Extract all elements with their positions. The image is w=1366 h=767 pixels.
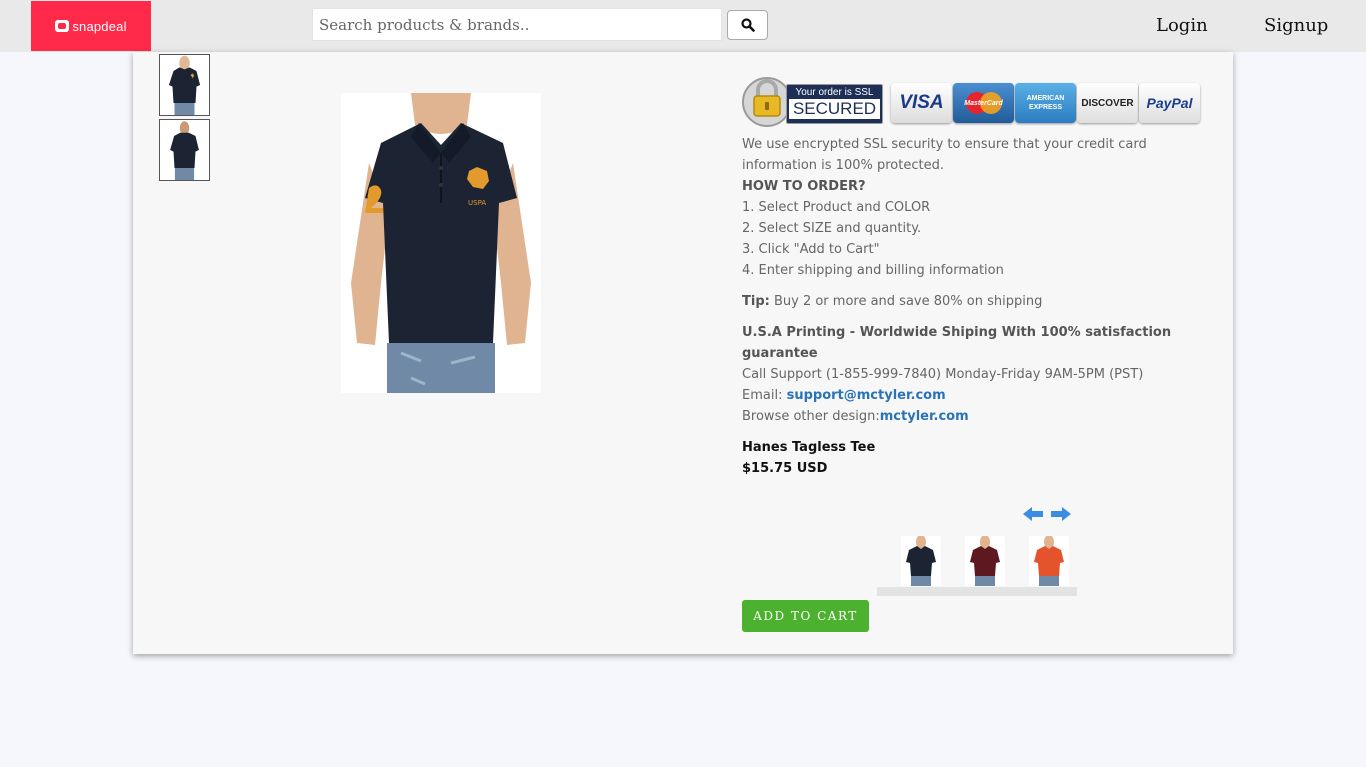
add-to-cart-button[interactable]: ADD TO CART: [742, 600, 869, 632]
arrow-left-icon: [1023, 507, 1043, 521]
email-label: Email:: [742, 388, 783, 403]
mastercard-label: MasterCard: [964, 99, 1003, 107]
shirt-back-thumbnail-image: [164, 120, 205, 180]
snapdeal-logo[interactable]: snapdeal: [31, 1, 151, 51]
paypal-logo: PayPal: [1139, 83, 1200, 123]
ssl-badge-line1: Your order is SSL: [795, 87, 874, 98]
search-icon: [740, 18, 755, 32]
amex-logo: AMERICAN EXPRESS: [1015, 83, 1076, 123]
tip-text: Buy 2 or more and save 80% on shipping: [773, 294, 1043, 309]
search-button[interactable]: [727, 10, 768, 40]
tip-label: Tip:: [742, 294, 770, 309]
shirt-front-thumbnail-image: [164, 55, 205, 115]
search-input[interactable]: [312, 8, 722, 41]
product-thumbnail-back[interactable]: [159, 119, 210, 181]
svg-text:USPA: USPA: [468, 199, 486, 207]
email-line: Email: support@mctyler.com: [742, 385, 1202, 406]
guarantee-text: U.S.A Printing - Worldwide Shiping With …: [742, 325, 1172, 361]
browse-link[interactable]: mctyler.com: [880, 409, 969, 424]
how-to-order-title: HOW TO ORDER?: [742, 179, 866, 194]
order-step: 4. Enter shipping and billing informatio…: [742, 263, 1004, 278]
main-product-image: USPA: [341, 93, 541, 393]
discover-logo: DISCOVER: [1077, 83, 1138, 123]
product-thumbnail-front[interactable]: [159, 54, 210, 116]
product-price: $15.75 USD: [742, 461, 828, 476]
order-step: 2. Select SIZE and quantity.: [742, 221, 922, 236]
variant-maroon[interactable]: [965, 536, 1005, 586]
order-info-text: We use encrypted SSL security to ensure …: [742, 134, 1202, 479]
ssl-secured-badge: Your order is SSL SECURED: [742, 72, 884, 132]
color-variant-carousel: [877, 532, 1077, 596]
product-card: USPA Your order is SSL SECURED VISA Mast…: [133, 52, 1233, 654]
next-variant-button[interactable]: [1050, 506, 1072, 522]
navy-polo-shirt-image: USPA: [341, 93, 541, 393]
mastercard-logo: MasterCard: [953, 83, 1014, 123]
signup-link[interactable]: Signup: [1264, 15, 1328, 36]
padlock-icon: [742, 77, 792, 127]
logo-text: snapdeal: [72, 18, 127, 34]
product-name: Hanes Tagless Tee: [742, 440, 876, 455]
arrow-right-icon: [1051, 507, 1071, 521]
order-step: 1. Select Product and COLOR: [742, 200, 931, 215]
maroon-shirt-variant-image: [970, 536, 1000, 586]
order-step: 3. Click "Add to Cart": [742, 242, 880, 257]
top-header: snapdeal Login Signup: [0, 0, 1366, 52]
browse-line: Browse other design:mctyler.com: [742, 406, 1202, 427]
email-link[interactable]: support@mctyler.com: [787, 388, 946, 403]
ssl-badge-line2: SECURED: [789, 99, 880, 119]
carousel-track: [877, 587, 1077, 596]
tip-line: Tip: Buy 2 or more and save 80% on shipp…: [742, 291, 1202, 312]
logo-mark-icon: [55, 20, 70, 32]
browse-label: Browse other design:: [742, 409, 880, 424]
visa-logo: VISA: [891, 83, 952, 123]
ssl-description: We use encrypted SSL security to ensure …: [742, 137, 1147, 173]
login-link[interactable]: Login: [1156, 15, 1208, 36]
variant-orange[interactable]: [1029, 536, 1069, 586]
orange-shirt-variant-image: [1034, 536, 1064, 586]
variant-navy[interactable]: [901, 536, 941, 586]
navy-shirt-variant-image: [906, 536, 936, 586]
prev-variant-button[interactable]: [1022, 506, 1044, 522]
support-text: Call Support (1-855-999-7840) Monday-Fri…: [742, 367, 1144, 382]
